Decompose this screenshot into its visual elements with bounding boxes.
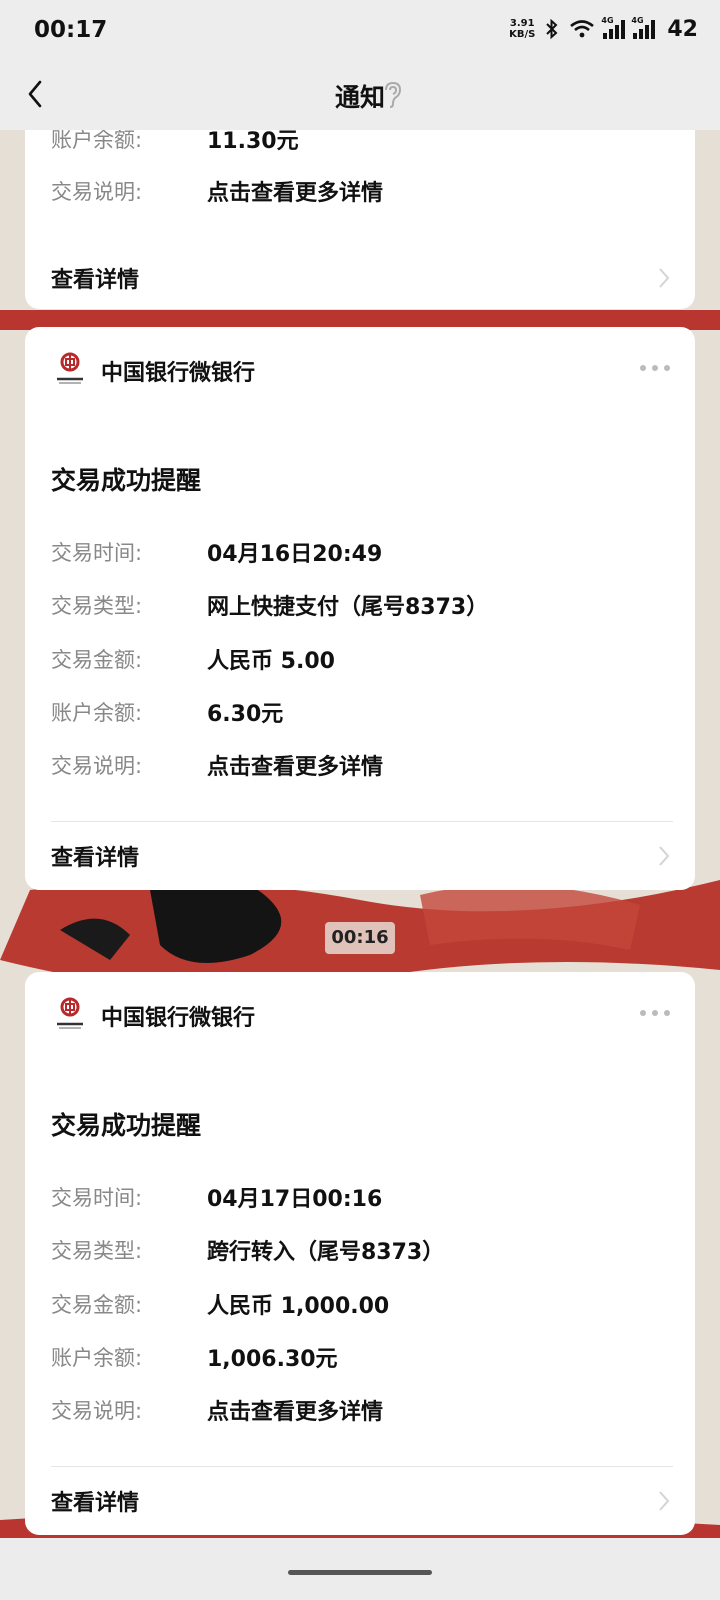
page-title: 通知 [334,83,385,112]
notification-card-2: 中国银行微银行 交易成功提醒 交易时间: 04月16日20:49 交易类型: 网… [25,327,695,890]
status-indicators: 3.91 KB/S 4G 4G 42 [509,14,698,44]
card-title: 交易成功提醒 [51,1111,202,1140]
status-bar: 00:17 3.91 KB/S 4G 4G 42 [0,0,720,58]
signal-tag-1: 4G [601,16,614,25]
more-dots-icon[interactable] [639,363,671,373]
ear-icon [385,81,402,108]
row-value-amount: 人民币 1,000.00 [207,1294,390,1319]
chevron-right-icon [659,268,670,288]
status-time: 00:17 [34,17,108,43]
view-details-link[interactable]: 查看详情 [25,1467,695,1531]
view-details-label: 查看详情 [51,1491,140,1516]
row-value-description: 点击查看更多详情 [207,1400,384,1425]
bluetooth-icon [546,18,558,40]
signal-strength-2-icon: 4G [631,16,656,39]
row-label-type: 交易类型: [51,1239,143,1263]
view-details-label: 查看详情 [51,846,140,871]
chevron-right-icon [659,1491,670,1511]
view-details-link[interactable]: 查看详情 [25,822,695,886]
row-value-description: 点击查看更多详情 [207,755,384,780]
row-value-time: 04月16日20:49 [207,542,383,567]
network-speed-unit: KB/S [509,29,536,40]
boc-logo-icon [57,997,83,1029]
view-details-link[interactable]: 查看详情 [25,244,695,308]
row-value-time: 04月17日00:16 [207,1187,383,1212]
row-label-amount: 交易金额: [51,648,143,672]
row-label-time: 交易时间: [51,1186,143,1210]
view-details-label: 查看详情 [51,268,140,293]
row-value-type: 跨行转入（尾号8373） [207,1240,445,1265]
boc-logo-icon [57,352,83,384]
gesture-bar-area [0,1538,720,1600]
notification-card-3: 中国银行微银行 交易成功提醒 交易时间: 04月17日00:16 交易类型: 跨… [25,972,695,1535]
card-header: 中国银行微银行 [25,327,695,417]
more-dots-icon[interactable] [639,1008,671,1018]
row-label-time: 交易时间: [51,541,143,565]
row-value-description: 点击查看更多详情 [207,181,384,206]
row-value-balance: 6.30元 [207,702,284,727]
card-header: 中国银行微银行 [25,972,695,1062]
home-indicator[interactable] [288,1570,432,1575]
signal-strength-1-icon: 4G [601,16,626,39]
row-value-type: 网上快捷支付（尾号8373） [207,595,489,620]
message-timestamp: 00:16 [325,922,395,954]
row-label-description: 交易说明: [51,180,143,204]
signal-tag-2: 4G [631,16,644,25]
row-label-balance: 账户余额: [51,1346,143,1370]
battery-level: 42 [667,16,698,42]
row-label-balance: 账户余额: [51,701,143,725]
row-label-type: 交易类型: [51,594,143,618]
row-label-amount: 交易金额: [51,1293,143,1317]
network-speed: 3.91 KB/S [509,18,535,40]
bank-name: 中国银行微银行 [101,361,256,386]
row-value-balance: 1,006.30元 [207,1347,338,1372]
bank-name: 中国银行微银行 [101,1006,256,1031]
row-value-amount: 人民币 5.00 [207,649,335,674]
row-label-description: 交易说明: [51,1399,143,1423]
chevron-right-icon [659,846,670,866]
wifi-icon [570,20,595,38]
row-label-description: 交易说明: [51,754,143,778]
nav-bar: 通知 [0,58,720,130]
card-title: 交易成功提醒 [51,466,202,495]
network-speed-value: 3.91 [509,18,535,29]
